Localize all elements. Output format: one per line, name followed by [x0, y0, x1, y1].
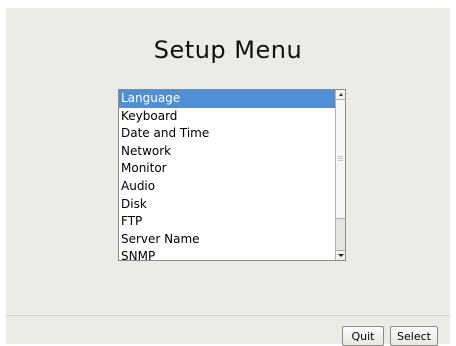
scroll-thumb[interactable] [336, 100, 345, 219]
menu-item-ftp[interactable]: FTP [119, 213, 335, 231]
page-title: Setup Menu [153, 36, 303, 64]
arrow-down-icon [337, 254, 344, 257]
menu-item-network[interactable]: Network [119, 143, 335, 161]
bottom-separator [6, 315, 450, 316]
menu-item-monitor[interactable]: Monitor [119, 160, 335, 178]
quit-button[interactable]: Quit [342, 326, 384, 346]
scroll-up-button[interactable] [336, 90, 345, 100]
grip-line [338, 160, 343, 161]
scroll-down-button[interactable] [336, 250, 345, 260]
menu-item-disk[interactable]: Disk [119, 196, 335, 214]
grip-line [338, 158, 343, 159]
menu-item-snmp[interactable]: SNMP [119, 248, 335, 260]
grip-line [338, 156, 343, 157]
select-button[interactable]: Select [390, 326, 438, 346]
arrow-up-icon [338, 93, 343, 96]
menu-item-server-name[interactable]: Server Name [119, 231, 335, 249]
menu-list: Language Keyboard Date and Time Network … [119, 90, 335, 260]
menu-scrollbar[interactable] [335, 90, 345, 260]
setup-menu-listbox[interactable]: Language Keyboard Date and Time Network … [118, 89, 346, 261]
menu-item-date-and-time[interactable]: Date and Time [119, 125, 335, 143]
menu-item-language[interactable]: Language [119, 90, 335, 108]
menu-item-audio[interactable]: Audio [119, 178, 335, 196]
menu-item-keyboard[interactable]: Keyboard [119, 108, 335, 126]
setup-window: Setup Menu Language Keyboard Date and Ti… [6, 8, 450, 346]
